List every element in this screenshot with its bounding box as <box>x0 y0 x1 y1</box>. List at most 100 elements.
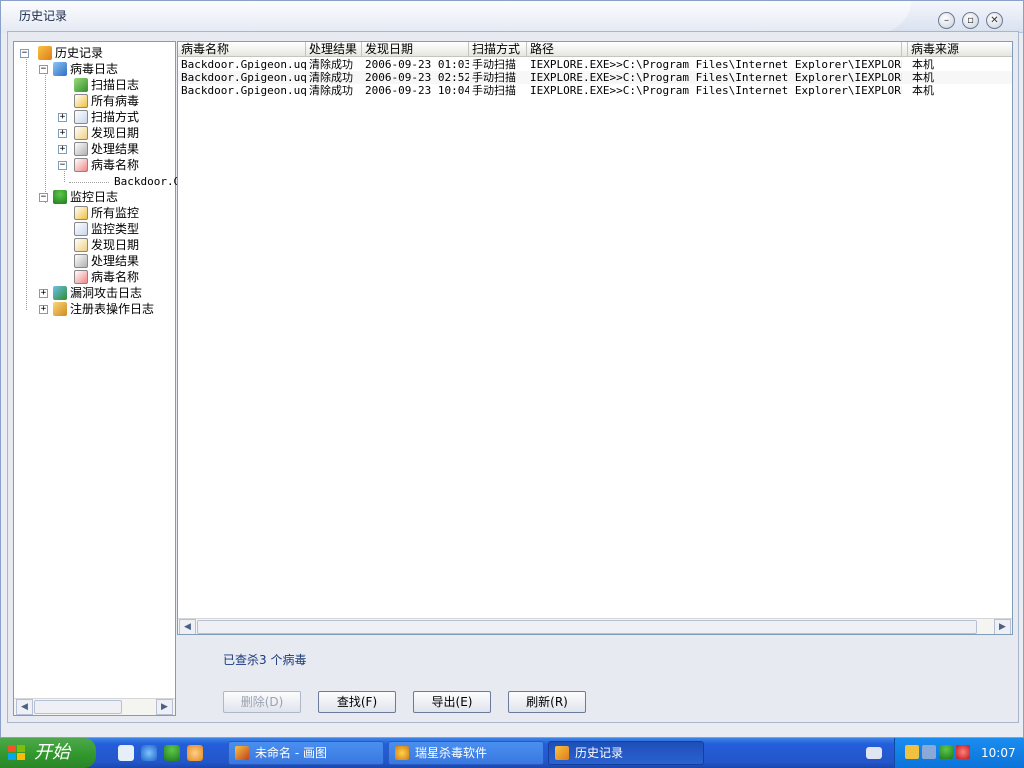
ie-icon[interactable] <box>141 745 157 761</box>
collapse-icon[interactable]: − <box>39 193 48 202</box>
scan-log-icon <box>74 78 88 92</box>
start-label: 开始 <box>34 742 70 763</box>
column-header-path[interactable]: 路径 <box>527 42 902 57</box>
virus-log-icon <box>53 62 67 76</box>
delete-button[interactable]: 删除(D) <box>223 691 301 713</box>
desktop-icon[interactable] <box>118 745 134 761</box>
tree-horizontal-scrollbar[interactable]: ◀ ▶ <box>14 698 175 715</box>
list-horizontal-scrollbar[interactable]: ◀ ▶ <box>178 618 1012 634</box>
close-icon[interactable]: ✕ <box>986 12 1003 29</box>
cell-method: 手动扫描 <box>472 84 516 97</box>
expand-icon[interactable]: + <box>58 113 67 122</box>
cell-date: 2006-09-23 02:52 <box>365 71 469 84</box>
tree-item-all-monitors[interactable]: 所有监控 <box>74 205 139 221</box>
collapse-icon[interactable]: − <box>20 49 29 58</box>
history-window: 历史记录 – ▫ ✕ − 历史记录 − 病毒日志 扫描日志 所有病毒 + 扫描方… <box>0 0 1024 738</box>
cell-source: 本机 <box>912 84 934 97</box>
tree-item-monitor-type[interactable]: 监控类型 <box>74 221 139 237</box>
rising-icon[interactable] <box>164 745 180 761</box>
system-tray: 10:07 <box>894 738 1024 768</box>
magnifier-icon <box>74 110 88 124</box>
tree-item-monitor-result[interactable]: 处理结果 <box>74 253 139 269</box>
paint-icon <box>235 746 249 760</box>
tree-item-scan-log[interactable]: 扫描日志 <box>74 77 139 93</box>
document-icon <box>74 142 88 156</box>
cell-date: 2006-09-23 10:04 <box>365 84 469 97</box>
all-monitors-icon <box>74 206 88 220</box>
windows-flag-icon <box>8 745 25 760</box>
cell-name: Backdoor.Gpigeon.uql <box>181 71 306 84</box>
virus-list: 病毒名称 处理结果 发现日期 扫描方式 路径 病毒来源 Backdoor.Gpi… <box>177 41 1013 635</box>
column-header-source[interactable]: 病毒来源 <box>908 42 1012 57</box>
cell-date: 2006-09-23 01:03 <box>365 58 469 71</box>
speaker-icon[interactable] <box>922 745 936 759</box>
virus-name-icon <box>74 270 88 284</box>
tree-item-backdoor[interactable]: Backdoor.G <box>114 174 180 190</box>
magnifier-icon <box>74 222 88 236</box>
cell-method: 手动扫描 <box>472 71 516 84</box>
expand-icon[interactable]: + <box>39 305 48 314</box>
column-header-virus-name[interactable]: 病毒名称 <box>178 42 306 57</box>
cell-source: 本机 <box>912 71 934 84</box>
table-row[interactable]: Backdoor.Gpigeon.uql 清除成功 2006-09-23 10:04… <box>178 84 1012 97</box>
window-title: 历史记录 <box>19 9 68 23</box>
calendar-icon <box>74 126 88 140</box>
history-tree: − 历史记录 − 病毒日志 扫描日志 所有病毒 + 扫描方式 + 发现日期 + <box>13 41 180 716</box>
clock: 10:07 <box>981 746 1016 760</box>
find-button[interactable]: 查找(F) <box>318 691 396 713</box>
minimize-icon[interactable]: – <box>938 12 955 29</box>
task-history[interactable]: 历史记录 <box>548 741 704 765</box>
scroll-thumb[interactable] <box>197 620 977 634</box>
cell-source: 本机 <box>912 58 934 71</box>
messenger-icon[interactable] <box>187 745 203 761</box>
restore-icon[interactable]: ▫ <box>962 12 979 29</box>
expand-icon[interactable]: + <box>58 145 67 154</box>
cell-name: Backdoor.Gpigeon.uql <box>181 84 306 97</box>
cell-path: IEXPLORE.EXE>>C:\Program Files\Internet … <box>530 84 902 97</box>
table-row[interactable]: Backdoor.Gpigeon.uql 清除成功 2006-09-23 01:03… <box>178 58 1012 71</box>
cell-name: Backdoor.Gpigeon.uql <box>181 58 306 71</box>
document-icon <box>74 254 88 268</box>
tree-item-monitor-date[interactable]: 发现日期 <box>74 237 139 253</box>
scroll-right-icon[interactable]: ▶ <box>156 699 173 715</box>
calendar-icon <box>74 238 88 252</box>
scroll-right-icon[interactable]: ▶ <box>994 619 1011 634</box>
scroll-left-icon[interactable]: ◀ <box>179 619 196 634</box>
scroll-thumb[interactable] <box>34 700 122 714</box>
scroll-left-icon[interactable]: ◀ <box>16 699 33 715</box>
expand-icon[interactable]: + <box>58 129 67 138</box>
tree-item-all-viruses[interactable]: 所有病毒 <box>74 93 139 109</box>
firewall-icon[interactable] <box>956 745 970 759</box>
monitor-umbrella-icon[interactable] <box>939 745 953 759</box>
task-rising-antivirus[interactable]: 瑞星杀毒软件 <box>388 741 544 765</box>
virus-name-icon <box>74 158 88 172</box>
expand-icon[interactable]: + <box>39 289 48 298</box>
action-panel: 已查杀3 个病毒 删除(D) 查找(F) 导出(E) 刷新(R) <box>177 637 1013 716</box>
table-row[interactable]: Backdoor.Gpigeon.uql 清除成功 2006-09-23 02:52… <box>178 71 1012 84</box>
antivirus-icon <box>395 746 409 760</box>
column-header-method[interactable]: 扫描方式 <box>469 42 527 57</box>
cell-result: 清除成功 <box>309 71 353 84</box>
column-header-date[interactable]: 发现日期 <box>362 42 469 57</box>
collapse-icon[interactable]: − <box>39 65 48 74</box>
title-bar: 历史记录 – ▫ ✕ <box>1 1 1023 33</box>
task-paint[interactable]: 未命名 - 画图 <box>228 741 384 765</box>
registry-log-icon <box>53 302 67 316</box>
cell-result: 清除成功 <box>309 58 353 71</box>
tree-item-monitor-virus-name[interactable]: 病毒名称 <box>74 269 139 285</box>
collapse-icon[interactable]: − <box>58 161 67 170</box>
export-button[interactable]: 导出(E) <box>413 691 491 713</box>
refresh-button[interactable]: 刷新(R) <box>508 691 586 713</box>
title-tab <box>1 1 911 33</box>
cell-method: 手动扫描 <box>472 58 516 71</box>
taskbar: 开始 未命名 - 画图 瑞星杀毒软件 历史记录 10:07 <box>0 738 1024 768</box>
start-button[interactable]: 开始 <box>0 738 96 768</box>
keyboard-icon[interactable] <box>866 747 882 759</box>
network-warning-icon[interactable] <box>905 745 919 759</box>
umbrella-icon <box>53 190 67 204</box>
all-viruses-icon <box>74 94 88 108</box>
cell-result: 清除成功 <box>309 84 353 97</box>
cell-path: IEXPLORE.EXE>>C:\Program Files\Internet … <box>530 58 902 71</box>
column-header-result[interactable]: 处理结果 <box>306 42 362 57</box>
cell-path: IEXPLORE.EXE>>C:\Program Files\Internet … <box>530 71 902 84</box>
